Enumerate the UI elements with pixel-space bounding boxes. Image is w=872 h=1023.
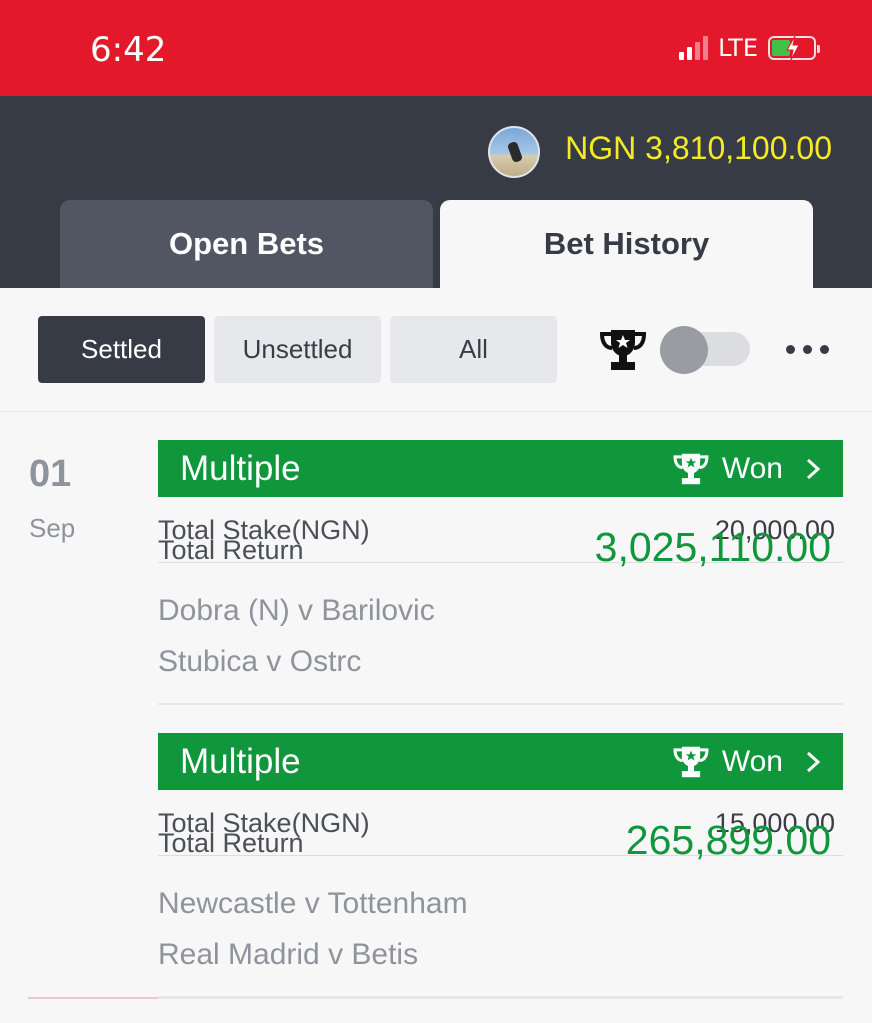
- match-item: Dobra (N) v Barilovic: [158, 594, 435, 627]
- stake-summary: Total Stake(NGN) Total Return 15,000.00 …: [158, 790, 843, 861]
- network-label: LTE: [718, 34, 758, 62]
- avatar[interactable]: [488, 126, 540, 178]
- chevron-right-icon[interactable]: [805, 751, 821, 773]
- divider: [158, 997, 843, 999]
- battery-charging-icon: [768, 36, 820, 60]
- status-icons: LTE: [679, 34, 820, 62]
- status-bar: 6:42 LTE: [0, 0, 872, 96]
- divider: [28, 997, 158, 999]
- won-only-toggle[interactable]: [660, 326, 750, 374]
- signal-icon: [679, 36, 709, 60]
- bet-card-header[interactable]: Multiple Won: [158, 733, 843, 790]
- bet-result: Won: [721, 451, 783, 485]
- filter-settled-button[interactable]: Settled: [38, 316, 205, 383]
- return-value: 3,025,110.00: [594, 524, 831, 570]
- bet-card-header[interactable]: Multiple Won: [158, 440, 843, 497]
- return-value: 265,899.00: [625, 817, 831, 863]
- tab-bet-history[interactable]: Bet History: [440, 200, 813, 288]
- bet-history-list: 01 Sep Multiple Won Total Stake(NGN) Tot…: [0, 413, 872, 1023]
- bet-type: Multiple: [180, 448, 301, 488]
- date-month: Sep: [29, 513, 76, 543]
- account-header: NGN 3,810,100.00 Open Bets Bet History: [0, 96, 872, 288]
- account-balance[interactable]: NGN 3,810,100.00: [565, 130, 832, 167]
- filter-all-button[interactable]: All: [390, 316, 557, 383]
- trophy-icon: [673, 453, 709, 484]
- stake-summary: Total Stake(NGN) Total Return 20,000.00 …: [158, 497, 843, 568]
- match-item: Stubica v Ostrc: [158, 645, 362, 678]
- return-label: Total Return: [158, 535, 304, 565]
- bet-type: Multiple: [180, 741, 301, 781]
- bet-card[interactable]: Multiple Won Total Stake(NGN) Total Retu…: [158, 440, 843, 705]
- match-item: Real Madrid v Betis: [158, 938, 419, 971]
- bet-result: Won: [721, 744, 783, 778]
- tab-open-bets[interactable]: Open Bets: [60, 200, 433, 288]
- return-label: Total Return: [158, 828, 304, 858]
- match-item: Newcastle v Tottenham: [158, 887, 468, 920]
- filter-bar: Settled Unsettled All: [0, 288, 872, 412]
- match-list: Newcastle v Tottenham Real Madrid v Beti…: [158, 856, 843, 998]
- chevron-right-icon[interactable]: [805, 458, 821, 480]
- more-icon[interactable]: [786, 345, 829, 354]
- bet-card[interactable]: Multiple Won Total Stake(NGN) Total Retu…: [158, 733, 843, 998]
- date-day: 01: [29, 453, 72, 495]
- filter-unsettled-button[interactable]: Unsettled: [214, 316, 381, 383]
- trophy-icon: [673, 746, 709, 777]
- trophy-icon: [599, 330, 647, 370]
- status-time: 6:42: [90, 30, 167, 70]
- match-list: Dobra (N) v Barilovic Stubica v Ostrc: [158, 563, 843, 705]
